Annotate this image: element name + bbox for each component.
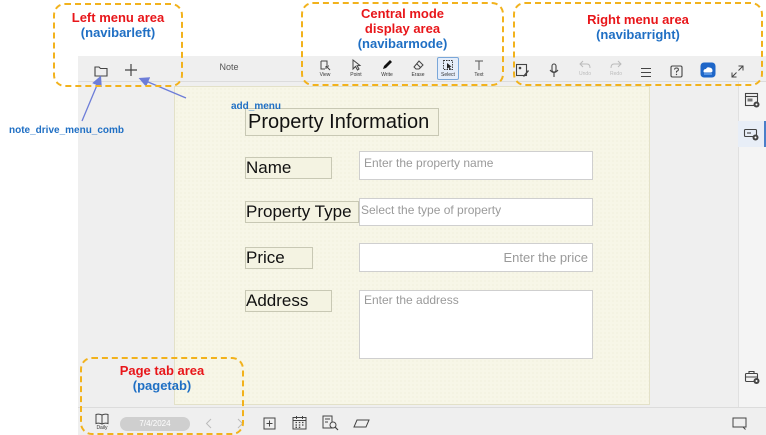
note-drive-annotation: note_drive_menu_comb (9, 125, 125, 136)
right-menu-callout-code: (navibarright) (596, 27, 680, 42)
form-title: Property Information (245, 108, 439, 136)
add-page-button[interactable] (261, 415, 277, 431)
name-label: Name (245, 157, 332, 179)
page-settings-icon (744, 92, 759, 107)
right-menu-callout: Right menu area (navibarright) (513, 2, 763, 86)
screen-icon (732, 417, 746, 430)
input-settings-button[interactable] (738, 121, 766, 147)
page-tab-callout: Page tab area (pagetab) (80, 357, 244, 435)
add-menu-annotation: add_menu (231, 101, 282, 112)
price-input[interactable]: Enter the price (359, 243, 593, 272)
name-input[interactable]: Enter the property name (359, 151, 593, 180)
central-mode-callout-title-2: display area (364, 21, 441, 36)
right-menu-callout-title: Right menu area (587, 12, 689, 27)
property-type-select[interactable]: Select the type of property (359, 198, 593, 226)
central-mode-callout-title-1: Central mode (360, 6, 445, 21)
eraser-page-button[interactable] (352, 417, 371, 429)
central-mode-callout-code: (navibarmode) (357, 36, 448, 51)
keyboard-toggle-button[interactable] (730, 415, 748, 431)
page-search-button[interactable] (321, 414, 340, 432)
central-mode-callout: Central mode display area (navibarmode) (301, 2, 504, 86)
parallelogram-icon (353, 419, 370, 427)
left-menu-callout-title: Left menu area (71, 10, 165, 25)
address-textarea[interactable]: Enter the address (359, 290, 593, 359)
toolbox-settings-button[interactable] (738, 364, 766, 390)
page-tab-callout-code: (pagetab) (132, 378, 192, 393)
calendar-button[interactable] (290, 414, 308, 431)
page-settings-button[interactable] (738, 87, 766, 113)
page-search-icon (322, 415, 339, 431)
price-label: Price (245, 247, 313, 269)
property-type-label: Property Type (245, 201, 359, 223)
page-tab-callout-title: Page tab area (119, 363, 205, 378)
left-menu-callout: Left menu area (navibarleft) (53, 3, 183, 87)
note-title: Note (219, 62, 239, 72)
toolbox-settings-icon (744, 370, 759, 384)
add-page-icon (263, 417, 275, 429)
calendar-icon (292, 416, 306, 430)
input-settings-icon (743, 128, 758, 140)
left-menu-callout-code: (navibarleft) (80, 25, 156, 40)
address-label: Address (245, 290, 332, 312)
